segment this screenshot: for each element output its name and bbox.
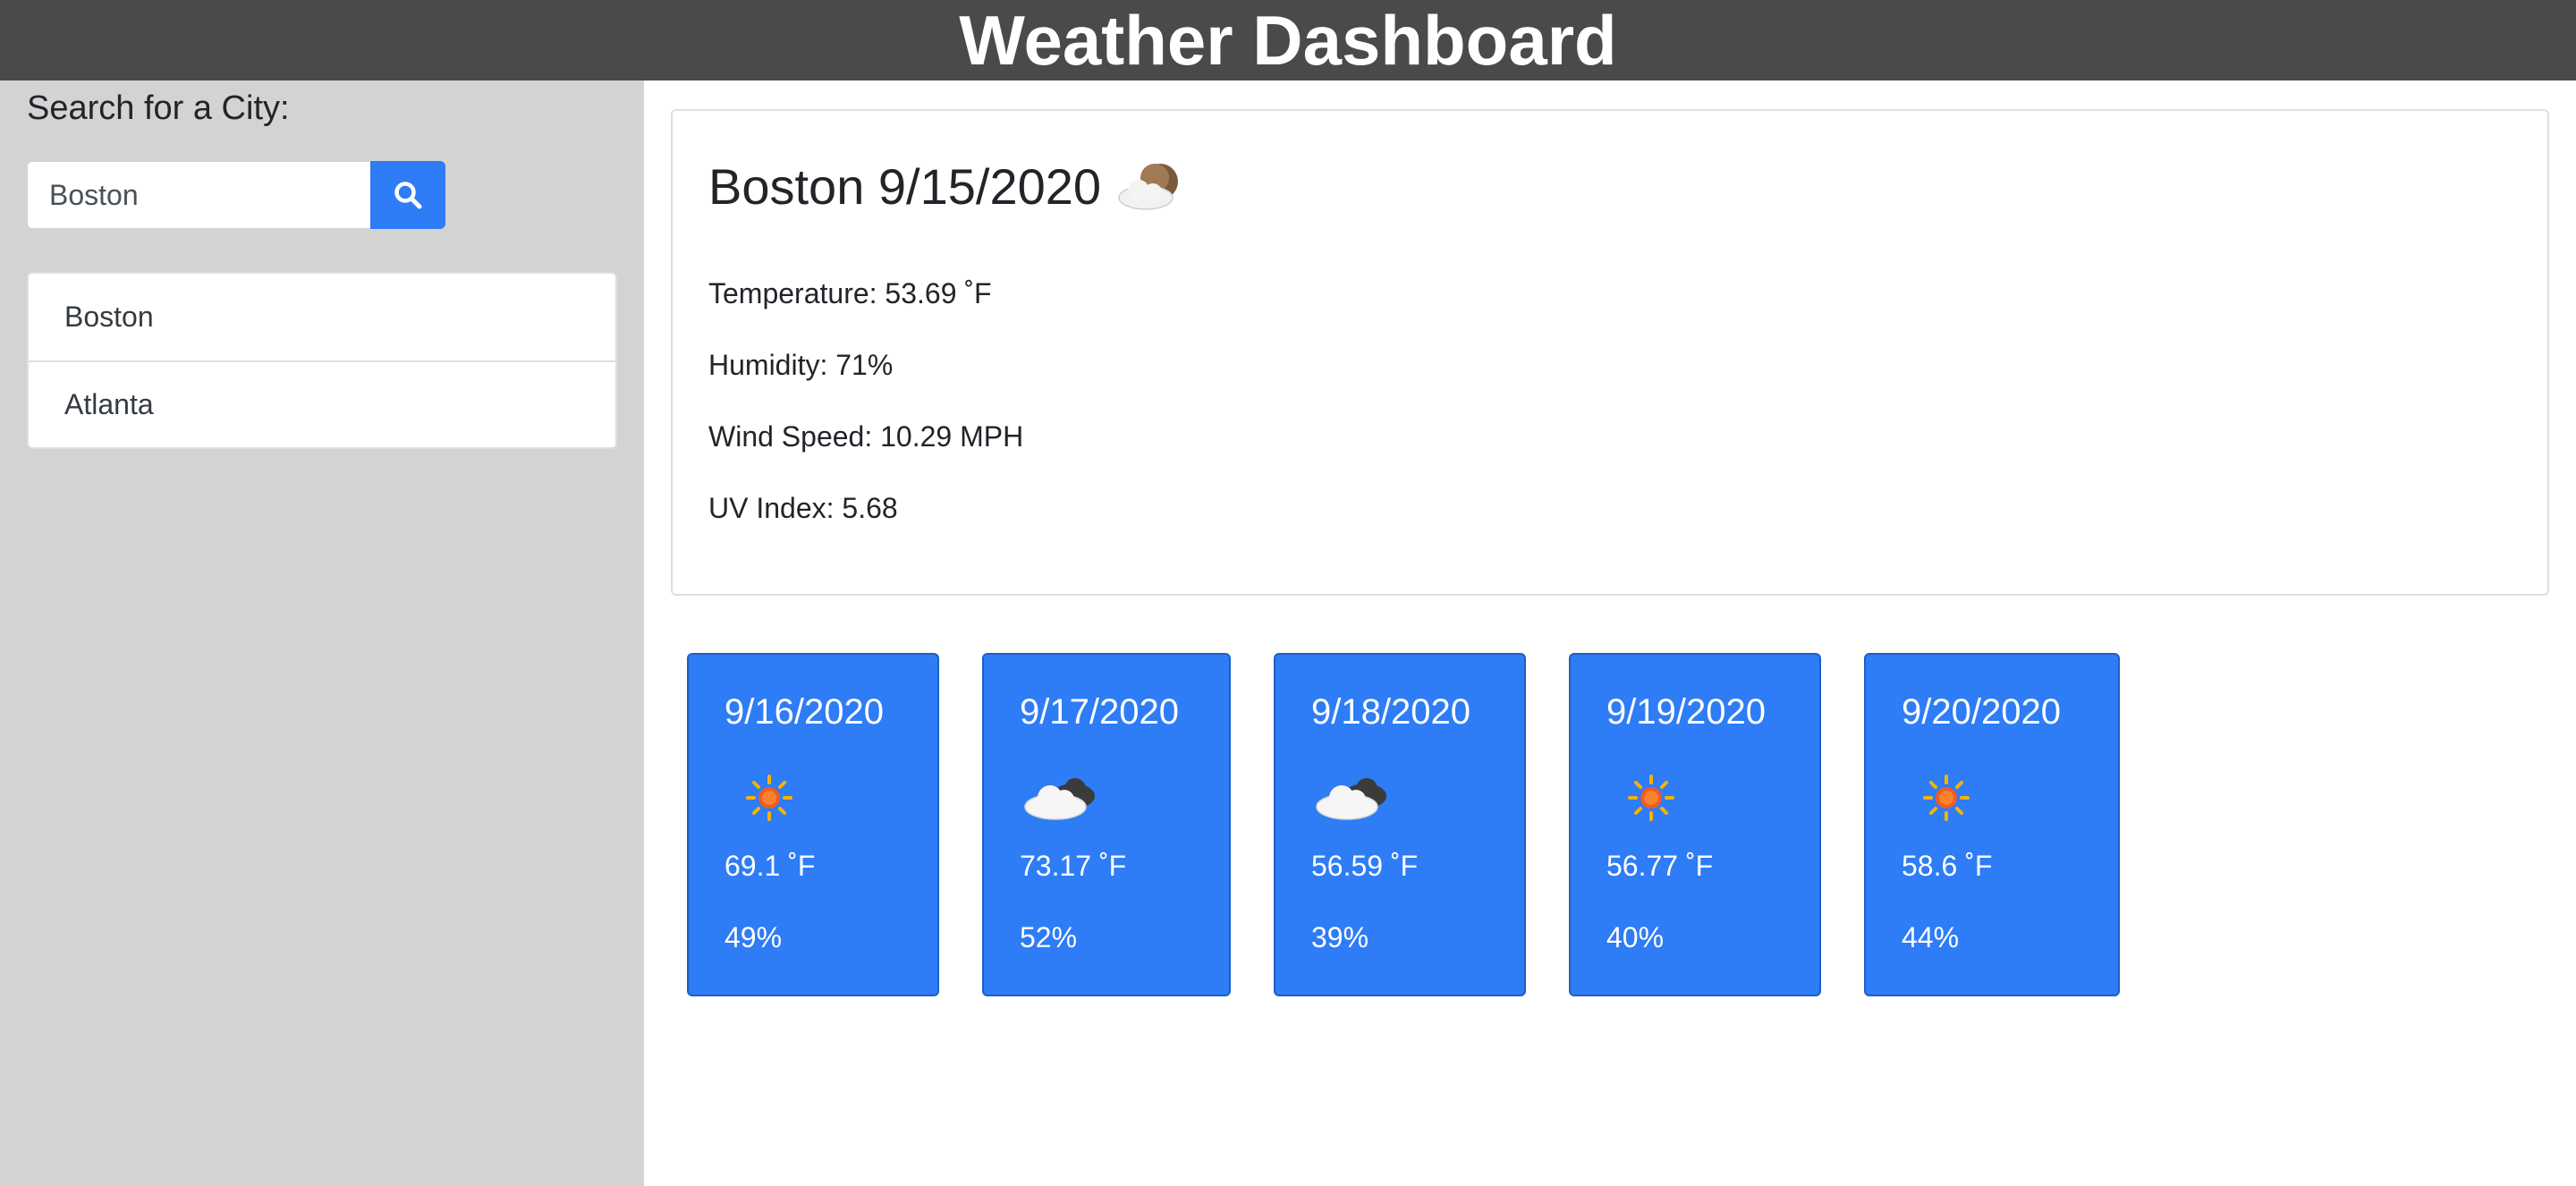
sun-icon: [746, 775, 792, 821]
current-temperature: Temperature: 53.69 ˚F: [708, 277, 992, 309]
current-weather-card: Boston 9/15/2020 Temperature: 53.69 ˚F H…: [671, 109, 2549, 596]
sun-icon: [1923, 775, 1970, 821]
current-weather-heading: Boston 9/15/2020: [708, 157, 1189, 216]
forecast-temperature: 69.1 ˚F: [724, 850, 816, 882]
search-heading: Search for a City:: [27, 89, 290, 127]
cloud-moon-icon: [1118, 163, 1179, 210]
sun-icon: [1628, 775, 1674, 821]
forecast-humidity: 39%: [1311, 921, 1369, 953]
search-icon: [394, 182, 422, 209]
forecast-card: 9/18/2020 56.59 ˚F 39%: [1274, 653, 1526, 996]
app-header: Weather Dashboard: [0, 0, 2576, 80]
forecast-card: 9/19/2020 56.77 ˚F 40%: [1569, 653, 1821, 996]
forecast-humidity: 44%: [1902, 921, 1960, 953]
history-item-boston[interactable]: Boston: [29, 274, 615, 360]
forecast-temperature: 56.59 ˚F: [1311, 850, 1419, 882]
forecast-humidity: 49%: [724, 921, 783, 953]
cloud-icon: [1316, 778, 1386, 820]
forecast-temperature: 56.77 ˚F: [1606, 850, 1714, 882]
forecast-date: 9/16/2020: [724, 692, 884, 732]
forecast-date: 9/18/2020: [1311, 692, 1470, 732]
forecast-date: 9/17/2020: [1020, 692, 1179, 732]
sidebar: [0, 80, 644, 1186]
search-button[interactable]: [370, 161, 445, 229]
forecast-card: 9/20/2020 58.6 ˚F 44%: [1864, 653, 2120, 996]
forecast-humidity: 52%: [1020, 921, 1078, 953]
forecast-card: 9/16/2020 69.1 ˚F 49%: [687, 653, 939, 996]
forecast-card: 9/17/2020 73.17 ˚F 52%: [982, 653, 1231, 996]
current-city-date: Boston 9/15/2020: [708, 158, 1102, 215]
search-input[interactable]: [27, 161, 372, 229]
forecast-humidity: 40%: [1606, 921, 1665, 953]
history-item-atlanta[interactable]: Atlanta: [29, 360, 615, 447]
forecast-date: 9/20/2020: [1902, 692, 2061, 732]
cloud-icon: [1024, 778, 1095, 820]
page-title: Weather Dashboard: [959, 1, 1617, 80]
current-humidity: Humidity: 71%: [708, 349, 894, 381]
current-wind-speed: Wind Speed: 10.29 MPH: [708, 420, 1024, 453]
search-history-list: Boston Atlanta: [27, 272, 617, 449]
forecast-temperature: 73.17 ˚F: [1020, 850, 1127, 882]
forecast-temperature: 58.6 ˚F: [1902, 850, 1993, 882]
current-uv-index: UV Index: 5.68: [708, 492, 898, 524]
forecast-date: 9/19/2020: [1606, 692, 1766, 732]
